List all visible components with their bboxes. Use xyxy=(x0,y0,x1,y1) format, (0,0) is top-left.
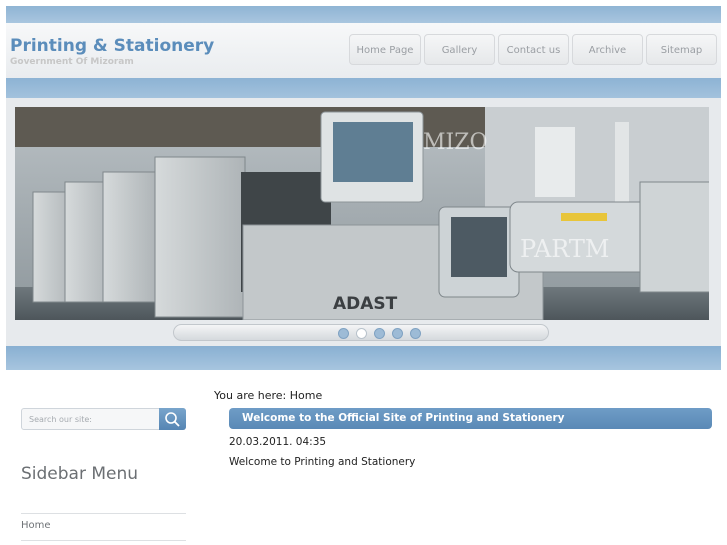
search-button[interactable] xyxy=(159,408,186,430)
search-input[interactable] xyxy=(25,412,163,426)
slider-dot-3[interactable] xyxy=(374,328,385,339)
sidebar-item-home[interactable]: Home xyxy=(21,520,51,531)
content-area: Sidebar Menu Home You are here: Home Wel… xyxy=(0,370,727,545)
site-title[interactable]: Printing & Stationery xyxy=(10,36,214,56)
article-body: Welcome to Printing and Stationery xyxy=(229,456,416,468)
article-date: 20.03.2011. 04:35 xyxy=(229,436,327,448)
slider-dot-5[interactable] xyxy=(410,328,421,339)
machine-brand-label: ADAST xyxy=(333,294,398,314)
site-subtitle: Government Of Mizoram xyxy=(10,57,134,67)
slider-dot-1[interactable] xyxy=(338,328,349,339)
slider-dot-2[interactable] xyxy=(356,328,367,339)
slide-image-printing-press[interactable]: ADAST MIZO PARTM xyxy=(15,107,709,320)
nav-sitemap[interactable]: Sitemap xyxy=(646,34,717,65)
top-strip xyxy=(6,6,721,23)
sidebar-divider xyxy=(21,513,186,514)
nav-home-page[interactable]: Home Page xyxy=(349,34,421,65)
image-slider: ADAST MIZO PARTM xyxy=(6,98,721,346)
nav-archive[interactable]: Archive xyxy=(572,34,643,65)
nav-contact-us[interactable]: Contact us xyxy=(498,34,569,65)
slider-band xyxy=(6,346,721,370)
overlay-word-mizo: MIZO xyxy=(423,130,488,155)
search-icon xyxy=(165,412,180,427)
article-heading-bar: Welcome to the Official Site of Printing… xyxy=(229,408,712,429)
slider-pagination xyxy=(173,324,549,341)
breadcrumb: You are here: Home xyxy=(214,389,323,402)
article-title[interactable]: Welcome to the Official Site of Printing… xyxy=(242,412,565,424)
overlay-word-partm: PARTM xyxy=(520,235,610,263)
sidebar-title: Sidebar Menu xyxy=(21,464,139,484)
sidebar-divider xyxy=(21,540,186,541)
header-band xyxy=(6,78,721,98)
header: Printing & Stationery Government Of Mizo… xyxy=(6,23,721,78)
slider-dot-4[interactable] xyxy=(392,328,403,339)
search-box xyxy=(21,408,186,430)
nav-gallery[interactable]: Gallery xyxy=(424,34,495,65)
